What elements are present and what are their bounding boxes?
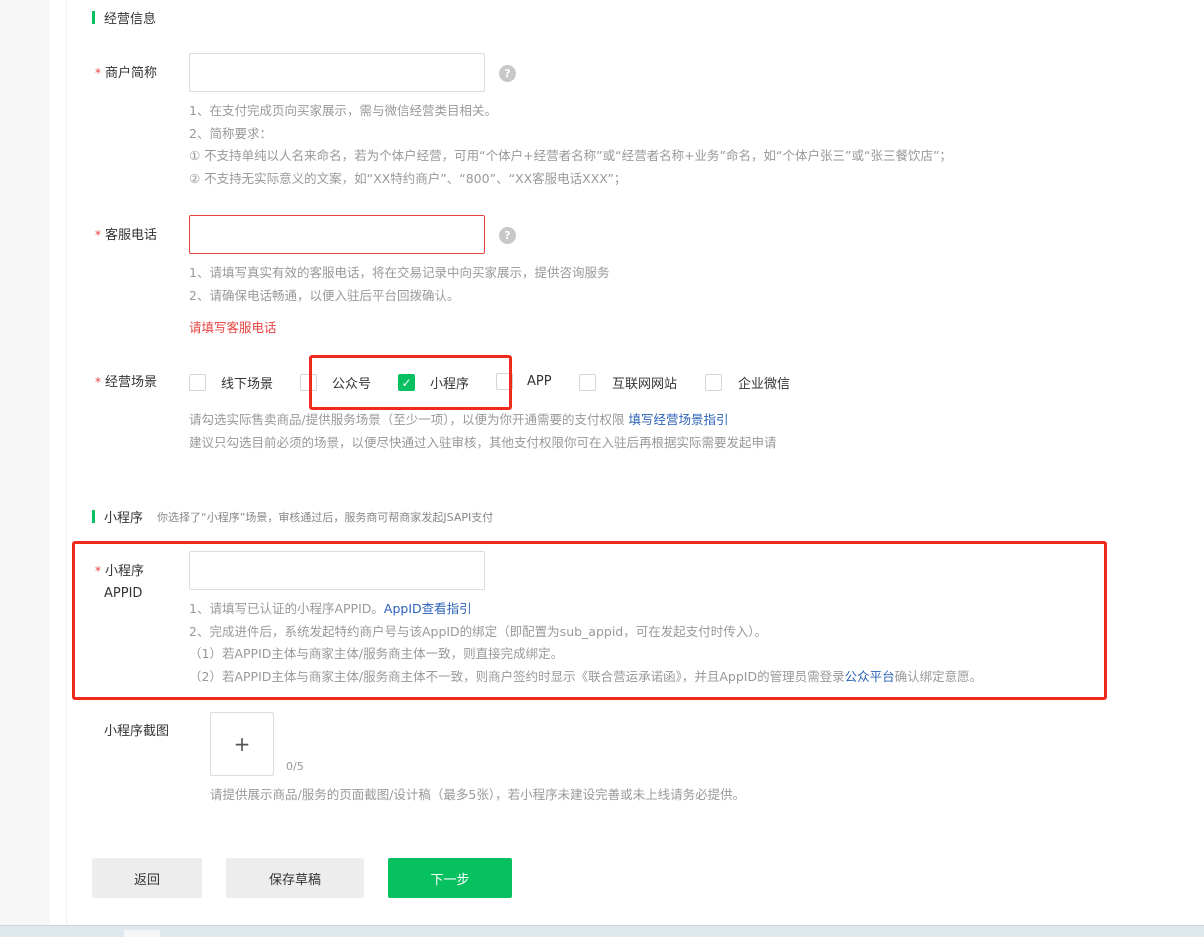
content-divider <box>66 0 67 925</box>
plus-icon: + <box>233 732 251 756</box>
hint-text: 请勾选实际售卖商品/提供服务场景（至少一项），以便为你开通需要的支付权限 <box>189 412 625 427</box>
merchant-short-name-label: * 商户简称 <box>95 62 157 85</box>
checkbox-label: 互联网网站 <box>612 377 678 392</box>
question-icon[interactable]: ? <box>499 227 516 244</box>
required-mark: * <box>95 375 101 389</box>
required-mark: * <box>95 66 101 80</box>
hint-line: （2）若APPID主体与商家主体/服务商主体不一致，则商户签约时显示《联合营运承… <box>189 666 982 689</box>
checkbox-box[interactable] <box>496 373 513 390</box>
hint-line: 2、简称要求： <box>189 125 272 141</box>
hint-line: ② 不支持无实际意义的文案，如“XX特约商户”、“800”、“XX客服电话XXX… <box>189 170 627 186</box>
merchant-short-name-hints: 1、在支付完成页向买家展示，需与微信经营类目相关。 2、简称要求： ① 不支持单… <box>189 100 952 190</box>
hint-line: 1、请填写已认证的小程序APPID。AppID查看指引 <box>189 598 982 621</box>
checkbox-label: APP <box>527 374 552 389</box>
appid-guide-link[interactable]: AppID查看指引 <box>384 601 472 616</box>
checkbox-label: 公众号 <box>332 377 372 392</box>
label-text: 小程序 <box>105 564 145 579</box>
service-phone-error: 请填写客服电话 <box>189 320 277 335</box>
upload-count: 0/5 <box>286 760 304 773</box>
taskbar-tab[interactable] <box>124 930 160 937</box>
merchant-short-name-input[interactable] <box>189 53 485 92</box>
checkbox-box[interactable] <box>705 374 722 391</box>
service-phone-input[interactable] <box>189 215 485 254</box>
hint-text: （2）若APPID主体与商家主体/服务商主体不一致，则商户签约时显示《联合营运承… <box>189 668 845 684</box>
scene-checkbox-app[interactable]: APP <box>496 373 552 390</box>
hint-line: 请勾选实际售卖商品/提供服务场景（至少一项），以便为你开通需要的支付权限 填写经… <box>189 409 777 432</box>
save-draft-button[interactable]: 保存草稿 <box>226 858 364 898</box>
checkbox-box[interactable] <box>579 374 596 391</box>
screenshot-label: 小程序截图 <box>104 724 170 739</box>
scene-checkbox-mini-program[interactable]: ✓ 小程序 <box>398 373 469 392</box>
appid-input[interactable] <box>189 551 485 590</box>
section-header-business-info: 经营信息 <box>92 8 156 27</box>
check-icon[interactable]: ✓ <box>398 374 415 391</box>
screenshot-hint: 请提供展示商品/服务的页面截图/设计稿（最多5张），若小程序未建设完善或未上线请… <box>210 787 746 802</box>
section-header-mini-program: 小程序 你选择了“小程序”场景，审核通过后，服务商可帮商家发起JSAPI支付 <box>92 507 493 526</box>
appid-hints: 1、请填写已认证的小程序APPID。AppID查看指引 2、完成进件后，系统发起… <box>189 598 982 688</box>
checkbox-label: 小程序 <box>430 377 470 392</box>
checkbox-label: 线下场景 <box>221 377 274 392</box>
hint-text: 确认绑定意愿。 <box>894 668 983 684</box>
section-title: 小程序 <box>104 511 144 526</box>
upload-button[interactable]: + <box>210 712 274 776</box>
required-mark: * <box>95 564 101 578</box>
official-platform-link[interactable]: 公众平台 <box>845 669 895 684</box>
hint-line: 2、请确保电话畅通，以便入驻后平台回拨确认。 <box>189 287 460 303</box>
hint-line: 1、在支付完成页向买家展示，需与微信经营类目相关。 <box>189 103 497 118</box>
scenes-label: * 经营场景 <box>95 371 157 394</box>
section-accent-bar <box>92 11 95 24</box>
scenes-hints: 请勾选实际售卖商品/提供服务场景（至少一项），以便为你开通需要的支付权限 填写经… <box>189 409 777 454</box>
scene-checkbox-official-account[interactable]: 公众号 <box>300 373 371 392</box>
question-icon[interactable]: ? <box>499 65 516 82</box>
section-title: 经营信息 <box>104 12 157 27</box>
required-mark: * <box>95 228 101 242</box>
hint-text: 1、请填写已认证的小程序APPID。 <box>189 601 384 616</box>
scene-guide-link[interactable]: 填写经营场景指引 <box>628 412 728 427</box>
service-phone-label: * 客服电话 <box>95 224 157 247</box>
hint-line: ① 不支持单纯以人名来命名，若为个体户经营，可用“个体户+经营者名称”或“经营者… <box>189 148 952 163</box>
bottom-taskbar <box>0 925 1204 937</box>
section-accent-bar <box>92 510 95 523</box>
scene-checkbox-offline[interactable]: 线下场景 <box>189 373 273 392</box>
section-note: 你选择了“小程序”场景，审核通过后，服务商可帮商家发起JSAPI支付 <box>157 510 494 524</box>
checkbox-label: 企业微信 <box>738 377 791 392</box>
appid-label: * 小程序 APPID <box>95 560 144 605</box>
label-text-line2: APPID <box>104 586 143 601</box>
checkbox-box[interactable] <box>189 374 206 391</box>
next-button[interactable]: 下一步 <box>388 858 512 898</box>
scene-checkbox-website[interactable]: 互联网网站 <box>579 373 677 392</box>
service-phone-hints: 1、请填写真实有效的客服电话，将在交易记录中向买家展示，提供咨询服务 2、请确保… <box>189 262 609 307</box>
hint-line: 2、完成进件后，系统发起特约商户号与该AppID的绑定（即配置为sub_appi… <box>189 623 767 639</box>
hint-line: （1）若APPID主体与商家主体/服务商主体一致，则直接完成绑定。 <box>189 646 564 661</box>
back-button[interactable]: 返回 <box>92 858 202 898</box>
hint-line: 1、请填写真实有效的客服电话，将在交易记录中向买家展示，提供咨询服务 <box>189 265 610 280</box>
left-sidebar-strip <box>0 0 50 937</box>
label-text: 经营场景 <box>105 375 158 390</box>
scene-checkbox-wecom[interactable]: 企业微信 <box>705 373 790 392</box>
hint-line: 建议只勾选目前必须的场景，以便尽快通过入驻审核，其他支付权限你可在入驻后再根据实… <box>189 434 777 450</box>
checkbox-box[interactable] <box>300 374 317 391</box>
label-text: 商户简称 <box>105 66 158 81</box>
label-text: 客服电话 <box>105 228 158 243</box>
